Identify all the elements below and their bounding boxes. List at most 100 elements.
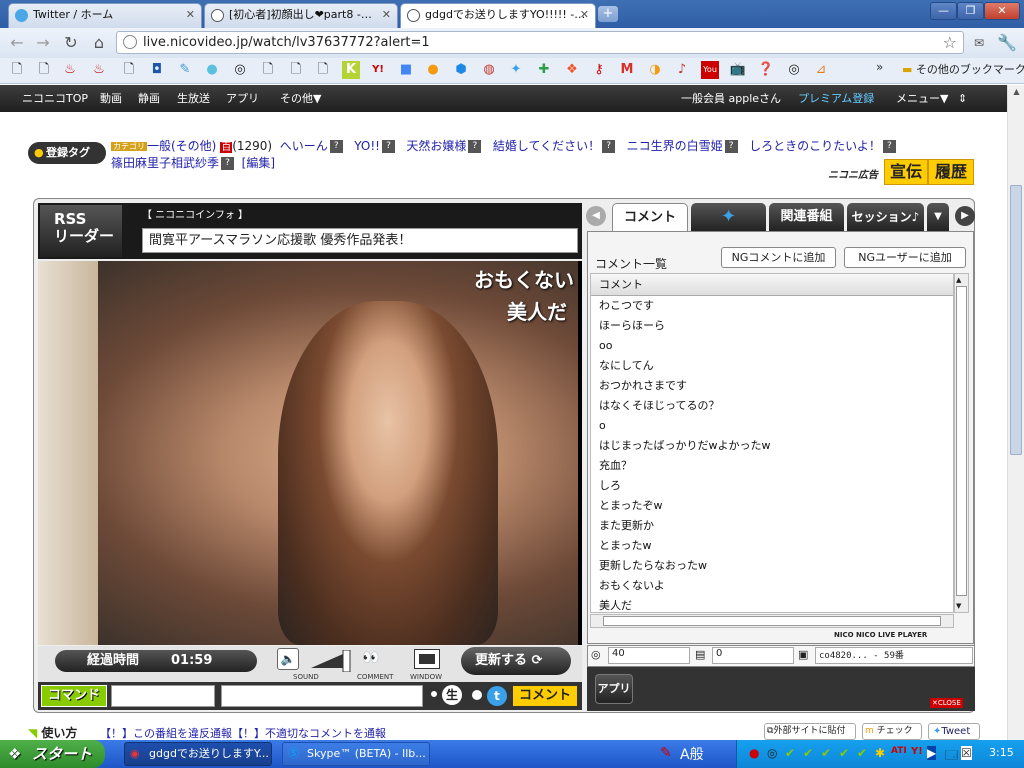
tag-item[interactable]: 篠田麻里子相武紗季: [111, 156, 219, 170]
bookmark-icon[interactable]: ♨: [90, 61, 108, 79]
tag-item[interactable]: YO!!: [354, 139, 380, 153]
forward-icon[interactable]: →: [32, 33, 54, 53]
ng-user-button[interactable]: NGユーザーに追加: [844, 247, 966, 268]
tab-session[interactable]: セッション♪: [847, 203, 924, 231]
comment-row[interactable]: おもくないよ: [591, 576, 953, 596]
bookmark-icon[interactable]: ●: [424, 61, 442, 79]
new-tab-button[interactable]: +: [598, 6, 618, 22]
comment-row[interactable]: とまったぞw: [591, 496, 953, 516]
window-icon[interactable]: [414, 649, 440, 669]
tab-nico-part8[interactable]: [初心者]初顔出し❤part8 -… ✕: [204, 3, 398, 28]
tv-icon[interactable]: 📺: [729, 61, 747, 79]
comment-row[interactable]: o: [591, 416, 953, 436]
chevron-down-icon[interactable]: ▼: [927, 203, 949, 231]
close-icon[interactable]: ✕: [382, 4, 391, 26]
tray-green-icon[interactable]: ✔: [839, 746, 849, 760]
bookmark-icon[interactable]: ♨: [61, 61, 79, 79]
comment-row[interactable]: また更新か: [591, 516, 953, 536]
command-button[interactable]: コマンド: [41, 685, 107, 707]
youtube-icon[interactable]: You: [701, 61, 719, 79]
refresh-button[interactable]: 更新する ⟳: [461, 647, 571, 675]
tray-star-icon[interactable]: ✱: [875, 746, 885, 760]
menu-button[interactable]: メニュー▼: [896, 85, 948, 112]
tag-item[interactable]: しろときのこりたいよ！: [749, 139, 881, 153]
bookmark-icon[interactable]: ❓: [757, 61, 775, 79]
report-comment-link[interactable]: 【！】不適切なコメントを通報: [232, 727, 386, 740]
tweet-button[interactable]: ✦Tweet: [928, 723, 980, 740]
dic-icon[interactable]: ?: [602, 140, 616, 153]
back-icon[interactable]: ←: [6, 33, 28, 53]
tray-yahoo-icon[interactable]: Y!: [911, 746, 923, 757]
page-icon[interactable]: 🗋: [35, 61, 53, 79]
bookmark-icon[interactable]: ●: [203, 61, 221, 79]
comment-list[interactable]: コメント わこつです ほーらほーら oo なにしてん おつかれさまです はなくそほじってる…: [590, 273, 954, 613]
close-icon[interactable]: ✕: [186, 4, 195, 26]
tray-record-icon[interactable]: ●: [749, 746, 759, 760]
tag-item[interactable]: ニコ生界の白雪姫: [627, 139, 723, 153]
scroll-thumb-h[interactable]: [603, 616, 941, 626]
volume-slider[interactable]: [311, 649, 351, 673]
scroll-thumb[interactable]: [1010, 185, 1022, 455]
nico-tv-icon[interactable]: ◎: [231, 61, 249, 79]
embed-button[interactable]: ⧉外部サイトに貼付: [764, 723, 856, 740]
address-bar[interactable]: live.nicovideo.jp/watch/lv37637772?alert…: [116, 31, 964, 54]
tray-icon[interactable]: ☒: [961, 746, 972, 760]
dic-icon[interactable]: ?: [221, 157, 235, 170]
language-icon[interactable]: ✎: [660, 745, 672, 761]
bookmark-icon[interactable]: ⬢: [452, 61, 470, 79]
speaker-icon[interactable]: 🔈: [277, 648, 299, 670]
close-icon[interactable]: ✕: [580, 4, 589, 26]
windows-icon[interactable]: ❖: [563, 61, 581, 79]
scroll-up-icon[interactable]: ▲: [1010, 87, 1023, 100]
bookmark-icon[interactable]: ✎: [176, 61, 194, 79]
star-icon[interactable]: ☆: [943, 32, 957, 53]
info-text[interactable]: 間寛平アースマラソン応援歌 優秀作品発表！: [142, 228, 578, 253]
check-button[interactable]: m チェック: [862, 723, 922, 740]
comment-row[interactable]: oo: [591, 336, 953, 356]
scroll-thumb[interactable]: [956, 286, 967, 596]
twitter-bird-icon[interactable]: ✦: [507, 61, 525, 79]
edit-tags-link[interactable]: [編集]: [242, 156, 275, 170]
other-bookmarks[interactable]: ▬ その他のブックマーク: [902, 61, 1024, 77]
google-icon[interactable]: ■: [397, 61, 415, 79]
rireki-button[interactable]: 履歴: [928, 159, 974, 185]
bookmark-icon[interactable]: ◑: [646, 61, 664, 79]
nav-nama[interactable]: 生放送: [177, 85, 210, 112]
comment-submit-button[interactable]: コメント: [512, 685, 578, 707]
page-icon[interactable]: 🗋: [120, 61, 138, 79]
rss-icon[interactable]: ⊿: [812, 61, 830, 79]
report-program-link[interactable]: 【！】この番組を違反通報: [100, 727, 232, 740]
close-window-button[interactable]: ✕: [984, 2, 1020, 20]
ng-comment-button[interactable]: NGコメントに追加: [721, 247, 836, 268]
taskbar-item-chrome[interactable]: ◉ gdgdでお送りしますY...: [124, 742, 272, 766]
dic-icon[interactable]: ?: [724, 140, 738, 153]
nama-radio[interactable]: [428, 688, 440, 700]
nav-other[interactable]: その他▼: [280, 85, 321, 112]
premium-link[interactable]: プレミアム登録: [798, 85, 874, 112]
music-icon[interactable]: ♪: [673, 61, 691, 79]
scroll-down-icon[interactable]: ▼: [956, 602, 961, 610]
comment-input[interactable]: [221, 685, 423, 707]
nav-seiga[interactable]: 静画: [138, 85, 160, 112]
hyaku-icon[interactable]: 百: [220, 142, 233, 153]
tray-nico-icon[interactable]: ◎: [767, 746, 777, 760]
tray-icon[interactable]: 🗔: [945, 746, 958, 767]
nico-tv-icon[interactable]: ◎: [785, 61, 803, 79]
comment-scrollbar[interactable]: ▲ ▼: [954, 273, 969, 613]
comment-row[interactable]: 美人だ: [591, 596, 953, 616]
nav-douga[interactable]: 動画: [100, 85, 122, 112]
page-icon[interactable]: 🗋: [8, 61, 26, 79]
tray-play-icon[interactable]: ▶: [927, 746, 937, 760]
twitter-radio[interactable]: [472, 690, 482, 700]
comment-row[interactable]: 更新したらなおったw: [591, 556, 953, 576]
dic-icon[interactable]: ?: [882, 140, 896, 153]
comment-hscrollbar[interactable]: [590, 614, 954, 628]
page-scrollbar[interactable]: ▲: [1007, 85, 1024, 740]
tag-item[interactable]: 結婚してください！: [493, 139, 600, 153]
comment-row[interactable]: わこつです: [591, 296, 953, 316]
tray-green-icon[interactable]: ✔: [857, 746, 867, 760]
tag-item[interactable]: 一般(その他): [147, 139, 216, 153]
dic-icon[interactable]: ?: [381, 140, 395, 153]
tab-twitter[interactable]: Twitter / ホーム ✕: [8, 3, 202, 28]
tray-green-icon[interactable]: ✔: [821, 746, 831, 760]
